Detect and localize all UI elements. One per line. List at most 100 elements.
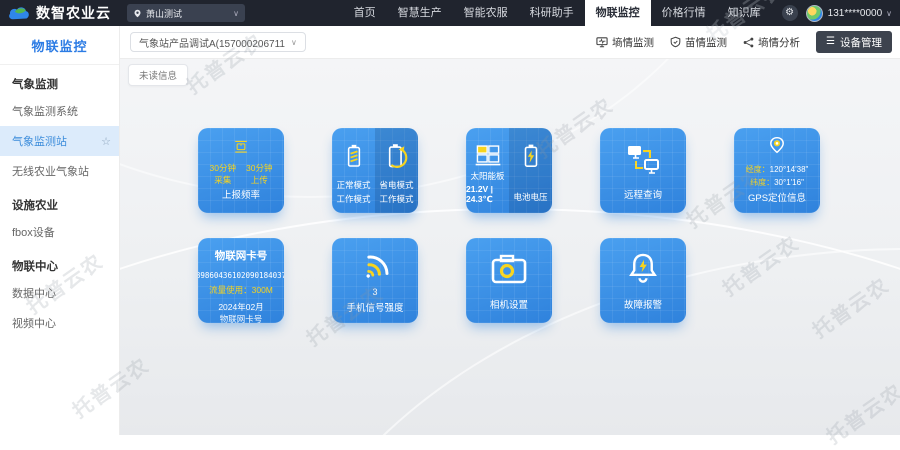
work-mode-card: 正常模式 工作模式 省电模式 工作模式 [332, 128, 418, 213]
region-select-value: 萧山测试 [146, 7, 229, 20]
seedling-monitoring-button[interactable]: 苗情监测 [670, 35, 727, 50]
card-title: 故障报警 [624, 297, 662, 311]
nav-item-smart-service[interactable]: 智能农服 [453, 0, 519, 26]
sim-month: 2024年02月 [218, 301, 263, 313]
cloud-leaf-logo-icon [8, 5, 30, 21]
chevron-down-icon: ∨ [291, 38, 297, 47]
power-status-card: 太阳能板 21.2V | 24.3℃ 电池电压 [466, 128, 552, 213]
signal-level-value: 3 [372, 287, 377, 297]
solar-value: 21.2V | 24.3℃ [466, 184, 509, 205]
sidebar-title: 物联监控 [0, 26, 119, 65]
header-actions: 墒情监测 苗情监测 墒情分析 ☰ 设备管理 [596, 31, 892, 53]
share-analysis-icon [743, 37, 754, 48]
solar-panel-icon [473, 141, 503, 167]
solar-label: 太阳能板 [470, 170, 504, 182]
action-label: 苗情监测 [685, 35, 727, 50]
mode-label: 工作模式 [336, 193, 370, 205]
menu-bars-icon: ☰ [826, 37, 835, 47]
sim-iccid: 89860436102090184037 [198, 271, 284, 280]
account-chevron-down-icon: ∨ [886, 9, 892, 18]
action-label: 墒情分析 [758, 35, 800, 50]
soil-analysis-button[interactable]: 墒情分析 [743, 35, 800, 50]
device-select-value: 气象站产品调试A(157000206711 [139, 35, 285, 50]
region-select[interactable]: 萧山测试 ∨ [127, 4, 245, 22]
gps-location-card[interactable]: 经度：120°14'38" 纬度：30°1'16" GPS定位信息 [734, 128, 820, 213]
device-select[interactable]: 气象站产品调试A(157000206711 ∨ [130, 32, 306, 52]
location-pin-icon [133, 9, 142, 18]
camera-icon [490, 254, 528, 285]
gps-coordinates: 经度：120°14'38" 纬度：30°1'16" [746, 164, 809, 190]
solar-panel-half[interactable]: 太阳能板 21.2V | 24.3℃ [466, 128, 509, 213]
upload-interval-icon [225, 140, 257, 154]
sidebar-item-label: 气象监测系统 [12, 103, 78, 119]
card-title: 上报频率 [222, 187, 260, 201]
device-manage-button[interactable]: ☰ 设备管理 [816, 31, 892, 53]
saving-mode-half[interactable]: 省电模式 工作模式 [375, 128, 418, 213]
mode-value: 省电模式 [379, 179, 413, 191]
sidebar: 物联监控 气象监测 气象监测系统 气象监测站 ☆ 无线农业气象站 设施农业 fb… [0, 26, 120, 435]
mode-value: 正常模式 [336, 179, 370, 191]
manage-button-label: 设备管理 [840, 35, 882, 50]
camera-settings-card[interactable]: 相机设置 [466, 238, 552, 323]
sidebar-item-label: 数据中心 [12, 285, 56, 301]
nav-item-price-market[interactable]: 价格行情 [651, 0, 717, 26]
remote-monitors-icon [625, 144, 661, 176]
avatar[interactable] [806, 5, 823, 22]
upload-interval: 30分钟 上传 [246, 162, 272, 188]
content-panel: 未读信息 30分钟 采集 30分钟 上传 [120, 58, 900, 435]
brand-logo: 数智农业云 [0, 3, 121, 23]
remote-query-card[interactable]: 远程查询 [600, 128, 686, 213]
sidebar-item-label: fbox设备 [12, 224, 55, 240]
sim-title: 物联网卡号 [215, 248, 268, 263]
fault-alarm-card[interactable]: 故障报警 [600, 238, 686, 323]
nav-item-smart-production[interactable]: 智慧生产 [387, 0, 453, 26]
battery-voltage-half[interactable]: 电池电压 [509, 128, 552, 213]
wifi-signal-icon [351, 245, 398, 292]
battery-label: 电池电压 [513, 191, 547, 203]
sidebar-item-label: 气象监测站 [12, 133, 67, 149]
battery-voltage-icon [520, 141, 542, 171]
sidebar-item-wireless-station[interactable]: 无线农业气象站 [0, 156, 119, 186]
top-navigation: 首页 智慧生产 智能农服 科研助手 物联监控 价格行情 知识库 [343, 0, 772, 26]
nav-item-iot-monitoring[interactable]: 物联监控 [585, 0, 651, 26]
soil-monitoring-button[interactable]: 墒情监测 [596, 35, 654, 50]
card-title: 远程查询 [624, 187, 662, 201]
main-area: 气象站产品调试A(157000206711 ∨ 墒情监测 苗情监测 [120, 26, 900, 435]
sidebar-item-data-center[interactable]: 数据中心 [0, 278, 119, 308]
location-pin-icon [763, 136, 791, 157]
sidebar-item-fbox[interactable]: fbox设备 [0, 217, 119, 247]
chevron-down-icon: ∨ [233, 9, 239, 18]
iot-sim-card[interactable]: 物联网卡号 89860436102090184037 流量使用：300M 202… [198, 238, 284, 323]
mode-label: 工作模式 [379, 193, 413, 205]
sidebar-group-weather: 气象监测 [0, 65, 119, 96]
sidebar-group-facility: 设施农业 [0, 186, 119, 217]
sidebar-item-weather-system[interactable]: 气象监测系统 [0, 96, 119, 126]
battery-saving-icon [384, 141, 410, 171]
card-title: 相机设置 [490, 297, 528, 311]
battery-normal-icon [344, 141, 364, 171]
topbar: 数智农业云 萧山测试 ∨ 首页 智慧生产 智能农服 科研助手 物联监控 价格行情… [0, 0, 900, 26]
sidebar-item-label: 无线农业气象站 [12, 163, 89, 179]
settings-gear-icon[interactable]: ⚙ [782, 5, 798, 21]
nav-item-research-assistant[interactable]: 科研助手 [519, 0, 585, 26]
nav-item-knowledge-base[interactable]: 知识库 [717, 0, 772, 26]
alarm-bell-icon [627, 252, 659, 285]
shield-icon [670, 36, 681, 48]
app-title: 数智农业云 [36, 3, 111, 23]
nav-item-home[interactable]: 首页 [343, 0, 387, 26]
report-frequency-card[interactable]: 30分钟 采集 30分钟 上传 上报频率 [198, 128, 284, 213]
monitor-icon [596, 37, 608, 48]
account-phone[interactable]: 131****0000 [828, 8, 883, 19]
sidebar-group-iot-center: 物联中心 [0, 247, 119, 278]
sidebar-item-weather-station[interactable]: 气象监测站 ☆ [0, 126, 119, 156]
sidebar-item-video-center[interactable]: 视频中心 [0, 308, 119, 338]
report-values: 30分钟 采集 30分钟 上传 [210, 162, 273, 188]
star-icon[interactable]: ☆ [101, 135, 111, 148]
main-header: 气象站产品调试A(157000206711 ∨ 墒情监测 苗情监测 [120, 26, 900, 58]
normal-mode-half[interactable]: 正常模式 工作模式 [332, 128, 375, 213]
action-label: 墒情监测 [612, 35, 654, 50]
card-title: 手机信号强度 [346, 300, 403, 314]
sidebar-item-label: 视频中心 [12, 315, 56, 331]
signal-strength-card[interactable]: 3 手机信号强度 [332, 238, 418, 323]
unread-info-tag[interactable]: 未读信息 [128, 64, 188, 86]
